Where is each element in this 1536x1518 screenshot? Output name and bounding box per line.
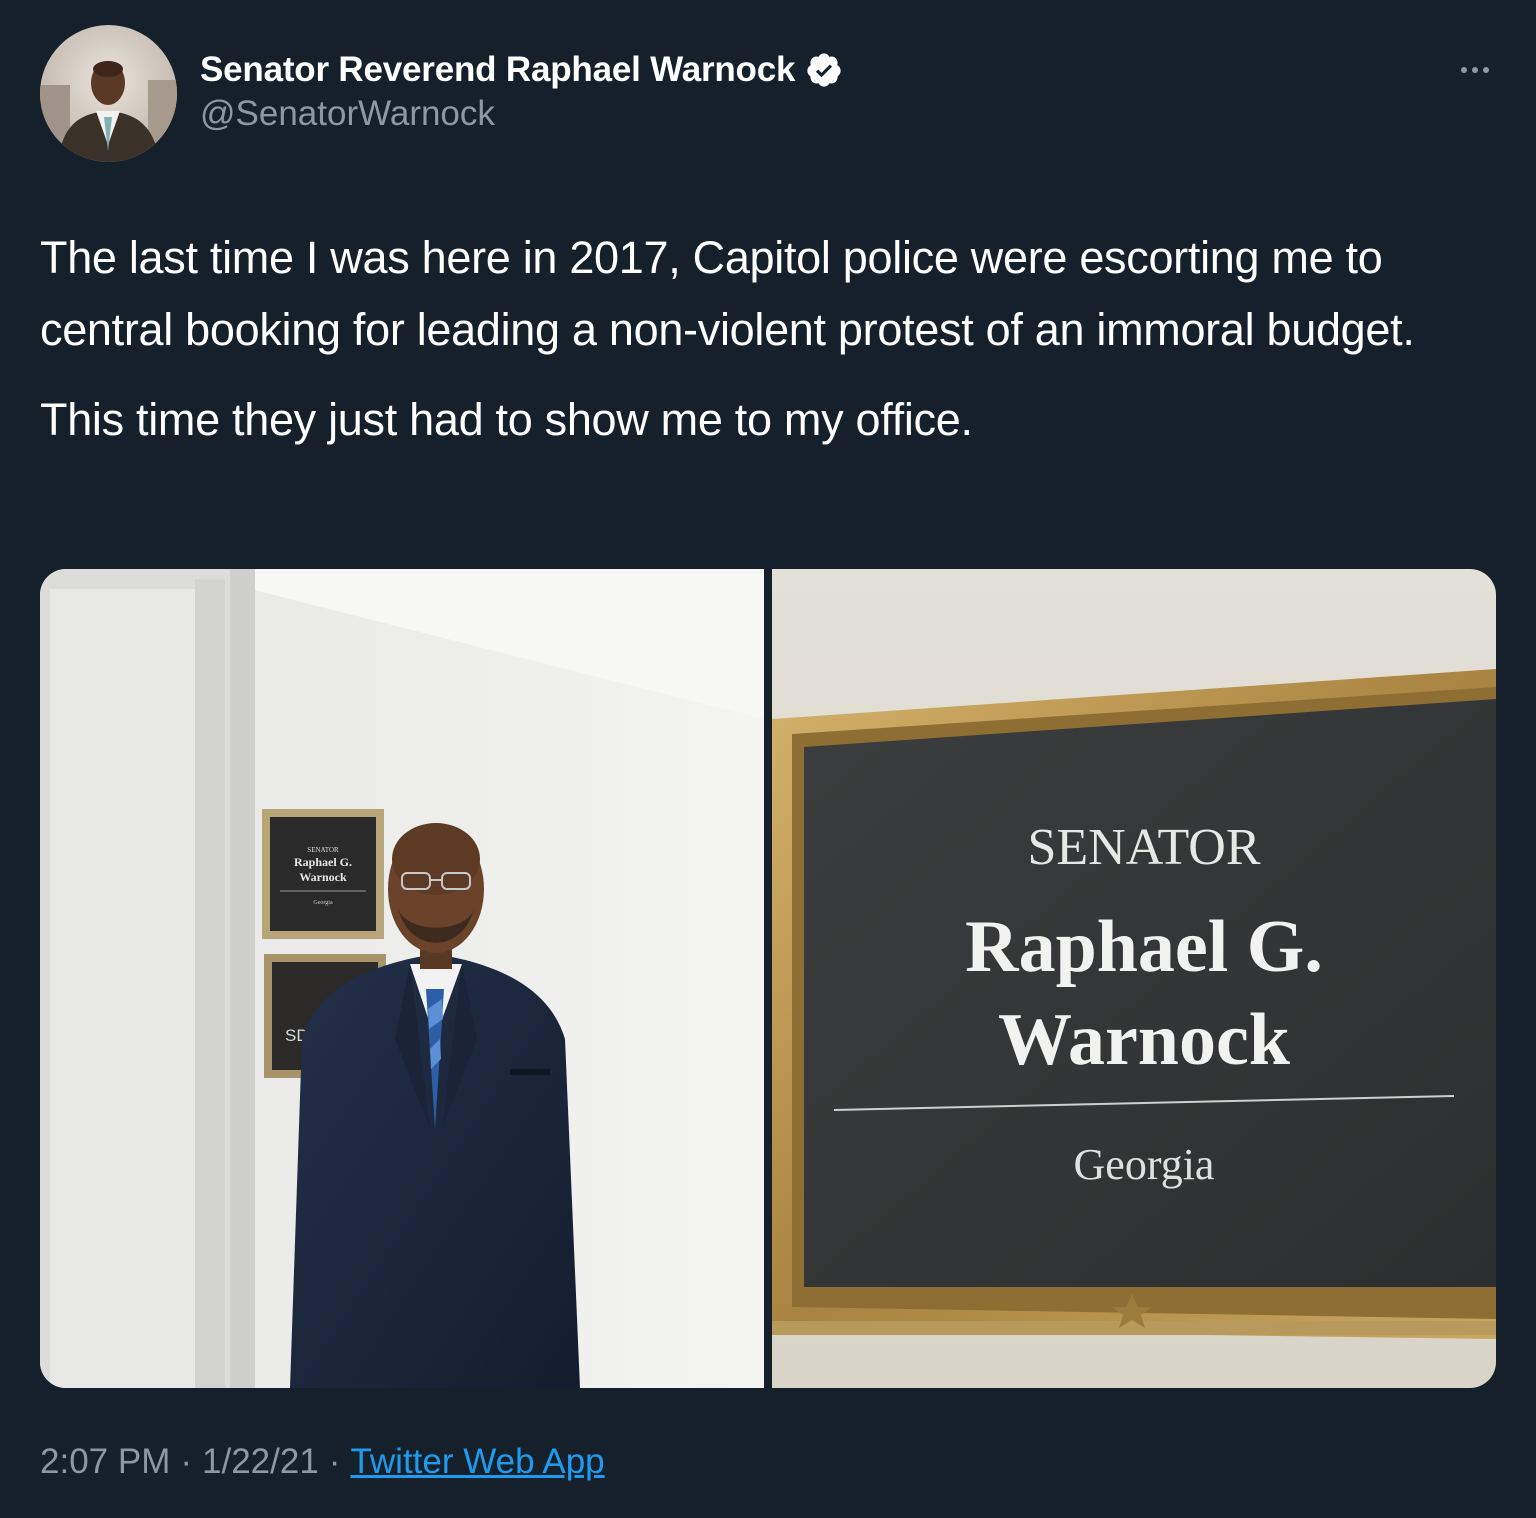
tweet: Senator Reverend Raphael Warnock @Senato… xyxy=(0,0,1536,1518)
photo1-sign-title: SENATOR xyxy=(307,846,339,854)
tweet-time[interactable]: 2:07 PM xyxy=(40,1442,170,1482)
author-handle[interactable]: @SenatorWarnock xyxy=(200,94,495,134)
tweet-meta: 2:07 PM · 1/22/21 · Twitter Web App xyxy=(40,1440,605,1484)
more-options-icon xyxy=(1461,67,1489,73)
photo-nameplate-closeup[interactable]: SENATOR Raphael G. Warnock Georgia xyxy=(772,569,1496,1388)
photo2-sign-name-line2: Warnock xyxy=(998,999,1291,1081)
meta-separator: · xyxy=(180,1442,193,1481)
tweet-text: The last time I was here in 2017, Capito… xyxy=(40,222,1490,456)
photo2-sign-state: Georgia xyxy=(1074,1140,1215,1189)
tweet-paragraph: This time they just had to show me to my… xyxy=(40,394,973,445)
photo2-sign-name-line1: Raphael G. xyxy=(965,906,1323,988)
photo-senator-at-office[interactable]: SENATOR Raphael G. Warnock Georgia SD-B xyxy=(40,569,764,1388)
verified-badge-icon xyxy=(805,51,843,89)
more-options-button[interactable] xyxy=(1450,52,1500,88)
author-name-row[interactable]: Senator Reverend Raphael Warnock xyxy=(200,46,843,94)
photo1-sign-name-line1: Raphael G. xyxy=(294,855,352,869)
photo2-sign-title: SENATOR xyxy=(1027,819,1260,876)
tweet-date[interactable]: 1/22/21 xyxy=(202,1442,319,1482)
tweet-source-link[interactable]: Twitter Web App xyxy=(350,1442,604,1482)
meta-separator: · xyxy=(328,1442,341,1481)
photo1-sign-name-line2: Warnock xyxy=(299,870,347,884)
tweet-paragraph: The last time I was here in 2017, Capito… xyxy=(40,232,1415,355)
photo1-sign-state: Georgia xyxy=(313,900,333,906)
media-grid: SENATOR Raphael G. Warnock Georgia SD-B xyxy=(40,569,1496,1388)
avatar-image xyxy=(40,25,177,162)
author-name[interactable]: Senator Reverend Raphael Warnock xyxy=(200,50,795,90)
author-avatar[interactable] xyxy=(40,25,177,162)
